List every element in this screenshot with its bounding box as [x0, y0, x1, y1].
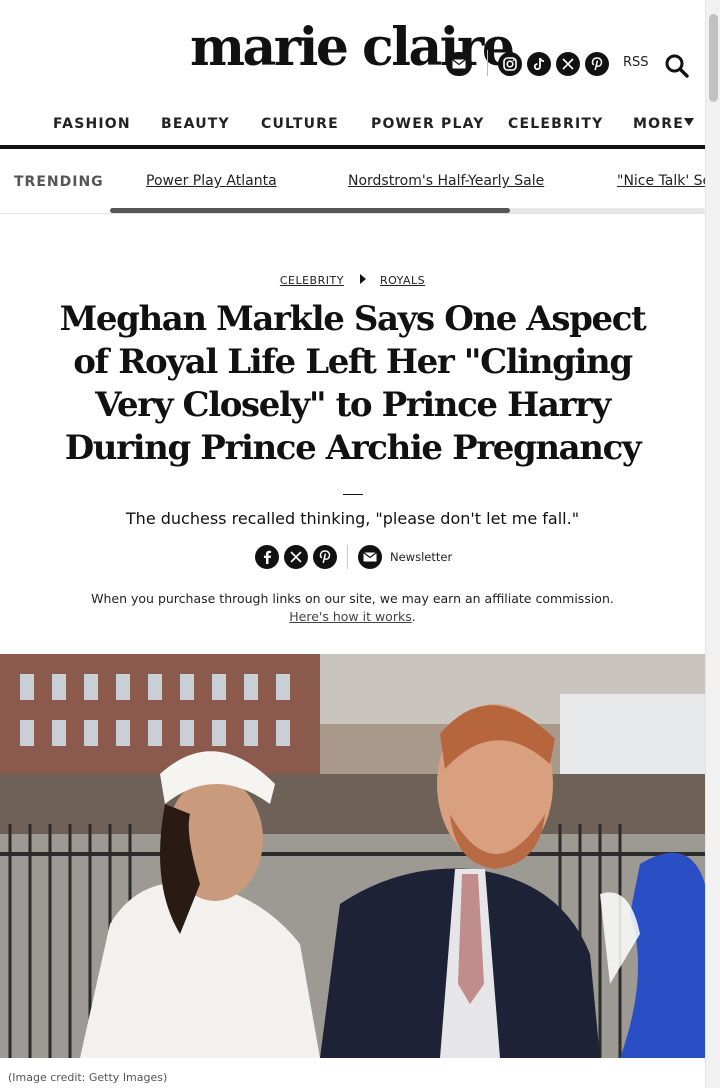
rss-link[interactable]: RSS: [623, 55, 649, 70]
nav-rule: [0, 145, 705, 149]
article-dek: The duchess recalled thinking, "please d…: [125, 509, 580, 528]
share-divider: [347, 545, 348, 569]
nav-item-power-play[interactable]: POWER PLAY: [371, 116, 485, 132]
nav-item-celebrity[interactable]: CELEBRITY: [508, 116, 603, 132]
breadcrumb-celebrity[interactable]: CELEBRITY: [280, 274, 344, 287]
hero-photo: [0, 654, 705, 1058]
chevron-down-icon[interactable]: [684, 118, 694, 126]
facebook-icon[interactable]: [255, 545, 279, 569]
trending-bar: TRENDING Power Play Atlanta Nordstrom's …: [0, 150, 705, 214]
breadcrumb-separator-icon: [359, 274, 366, 284]
newsletter-icon[interactable]: [358, 545, 382, 569]
nav-item-culture[interactable]: CULTURE: [261, 116, 339, 132]
affiliate-text: When you purchase through links on our s…: [91, 591, 614, 606]
breadcrumb: CELEBRITY ROYALS: [0, 274, 705, 287]
trending-link[interactable]: Nordstrom's Half-Yearly Sale: [348, 173, 544, 189]
nav-item-fashion[interactable]: FASHION: [53, 116, 131, 132]
nav-item-more[interactable]: MORE: [633, 116, 684, 132]
header-divider: [487, 50, 488, 76]
logo-mail-icon[interactable]: [446, 52, 472, 76]
search-icon[interactable]: [664, 53, 690, 79]
trending-label: TRENDING: [14, 174, 104, 190]
pinterest-share-icon[interactable]: [313, 545, 337, 569]
page-scroll-thumb[interactable]: [709, 14, 718, 102]
trending-link[interactable]: Power Play Atlanta: [146, 173, 277, 189]
trending-scroll-thumb[interactable]: [110, 208, 510, 213]
breadcrumb-royals[interactable]: ROYALS: [380, 274, 425, 287]
image-credit: (Image credit: Getty Images): [8, 1071, 168, 1084]
pinterest-icon[interactable]: [585, 52, 609, 76]
article-headline: Meghan Markle Says One Aspect of Royal L…: [59, 299, 647, 468]
instagram-icon[interactable]: [498, 52, 522, 76]
site-header: marie claire RSS FASHION BEAUTY CULTURE …: [0, 0, 705, 149]
affiliate-disclosure: When you purchase through links on our s…: [70, 590, 635, 626]
affiliate-how-it-works-link[interactable]: Here's how it works: [289, 609, 411, 624]
main-nav: FASHION BEAUTY CULTURE POWER PLAY CELEBR…: [0, 110, 705, 138]
x-icon[interactable]: [556, 52, 580, 76]
affiliate-period: .: [411, 609, 416, 624]
page-scrollbar[interactable]: [705, 0, 720, 1088]
nav-item-beauty[interactable]: BEAUTY: [161, 116, 230, 132]
newsletter-link[interactable]: Newsletter: [390, 550, 452, 564]
trending-link[interactable]: "Nice Talk' Se: [617, 173, 705, 189]
tiktok-icon[interactable]: [527, 52, 551, 76]
x-share-icon[interactable]: [284, 545, 308, 569]
headline-rule: [343, 494, 363, 495]
